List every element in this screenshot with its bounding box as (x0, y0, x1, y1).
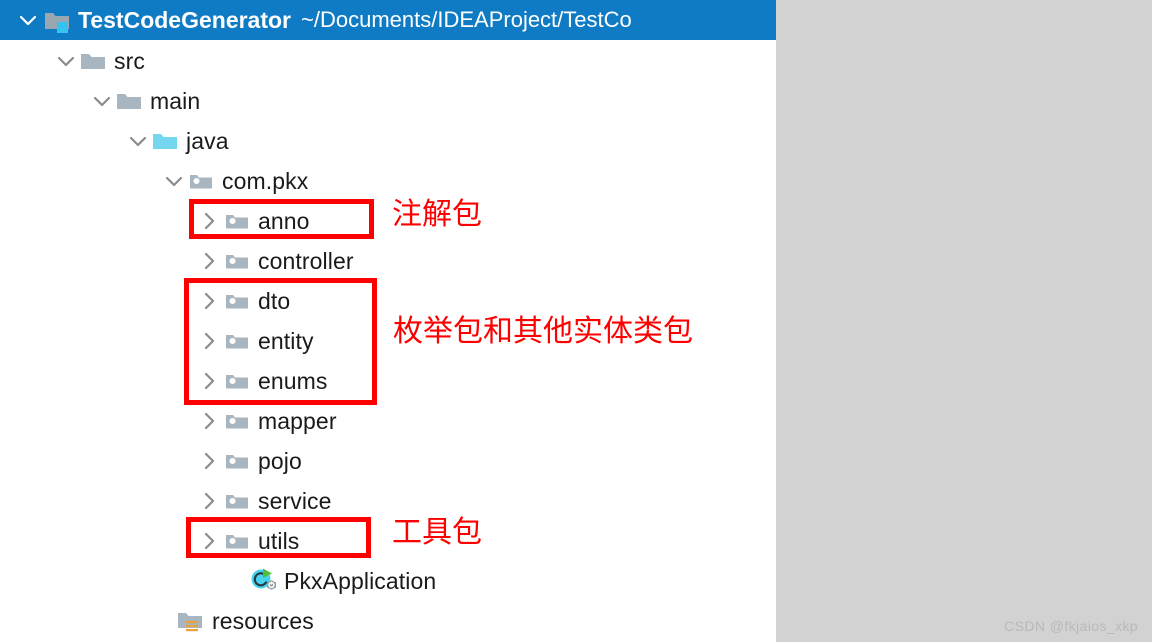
package-icon (222, 486, 252, 516)
chevron-right-icon[interactable] (196, 241, 222, 281)
twisty-placeholder (150, 601, 176, 641)
chevron-down-icon[interactable] (88, 81, 114, 121)
tree-item-label: service (258, 487, 332, 514)
tree-row-com-pkx[interactable]: com.pkx (0, 161, 776, 201)
tree-row-service[interactable]: service (0, 481, 776, 521)
tree-item-label: pojo (258, 447, 302, 474)
resources-folder-icon (176, 606, 206, 636)
tree-item-label: com.pkx (222, 167, 309, 194)
tree-row-mapper[interactable]: mapper (0, 401, 776, 441)
chevron-right-icon[interactable] (196, 361, 222, 401)
chevron-right-icon[interactable] (196, 521, 222, 561)
package-icon (222, 286, 252, 316)
tree-item-label: enums (258, 367, 328, 394)
package-icon (222, 526, 252, 556)
tree-item-label: controller (258, 247, 354, 274)
tree-row-project-root[interactable]: TestCodeGenerator ~/Documents/IDEAProjec… (0, 0, 776, 40)
folder-icon (114, 86, 144, 116)
tree-row-java[interactable]: java (0, 121, 776, 161)
package-icon (222, 406, 252, 436)
watermark: CSDN @fkjaios_xkp (1004, 618, 1138, 634)
chevron-right-icon[interactable] (196, 441, 222, 481)
tree-row-pojo[interactable]: pojo (0, 441, 776, 481)
anno-note: 注解包 (392, 197, 482, 232)
project-name: TestCodeGenerator (78, 6, 292, 33)
entity-group-note: 枚举包和其他实体类包 (393, 314, 693, 349)
chevron-down-icon[interactable] (124, 121, 150, 161)
module-folder-icon (42, 5, 72, 35)
chevron-right-icon[interactable] (196, 401, 222, 441)
package-icon (222, 366, 252, 396)
tree-row-controller[interactable]: controller (0, 241, 776, 281)
chevron-down-icon[interactable] (160, 161, 186, 201)
chevron-down-icon[interactable] (14, 0, 40, 40)
chevron-right-icon[interactable] (196, 201, 222, 241)
utils-note: 工具包 (392, 515, 482, 550)
twisty-placeholder (222, 561, 248, 601)
source-folder-icon (150, 126, 180, 156)
tree-row-utils[interactable]: utils (0, 521, 776, 561)
tree-item-label: entity (258, 327, 314, 354)
folder-icon (78, 46, 108, 76)
tree-item-label: PkxApplication (284, 567, 437, 594)
package-icon (222, 446, 252, 476)
package-icon (222, 246, 252, 276)
chevron-right-icon[interactable] (196, 281, 222, 321)
tree-item-label: mapper (258, 407, 337, 434)
tree-row-main[interactable]: main (0, 81, 776, 121)
tree-item-label: src (114, 47, 145, 74)
tree-row-pkxapplication[interactable]: PkxApplication (0, 561, 776, 601)
chevron-down-icon[interactable] (52, 41, 78, 81)
tree-row-anno[interactable]: anno (0, 201, 776, 241)
spring-boot-run-icon (248, 566, 278, 596)
tree-item-label: resources (212, 607, 314, 634)
package-icon (222, 206, 252, 236)
tree-row-src[interactable]: src (0, 41, 776, 81)
project-path: ~/Documents/IDEAProject/TestCo (301, 7, 632, 32)
chevron-right-icon[interactable] (196, 481, 222, 521)
tree-item-label: main (150, 87, 201, 114)
package-icon (186, 166, 216, 196)
tree-item-label: utils (258, 527, 300, 554)
tree-row-enums[interactable]: enums (0, 361, 776, 401)
tree-row-resources[interactable]: resources (0, 601, 776, 641)
tree-item-label: dto (258, 287, 291, 314)
package-icon (222, 326, 252, 356)
tree-item-label: anno (258, 207, 310, 234)
screenshot-root: TestCodeGenerator ~/Documents/IDEAProjec… (0, 0, 1152, 642)
chevron-right-icon[interactable] (196, 321, 222, 361)
tree-item-label: java (186, 127, 229, 154)
